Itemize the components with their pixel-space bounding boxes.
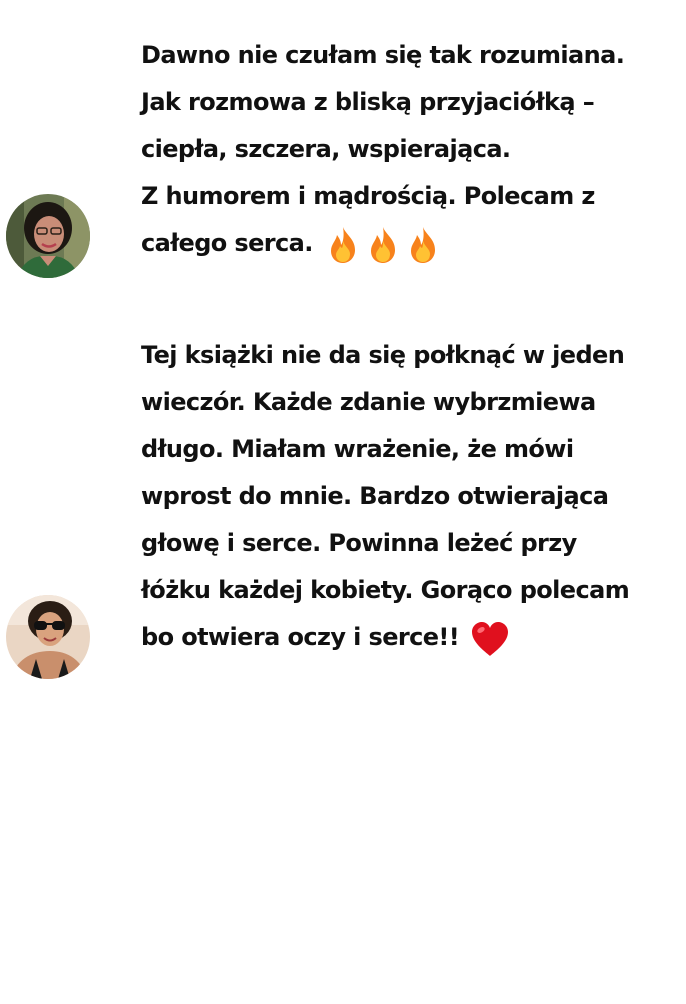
review-card-2: Tej książki nie da się połknąć w jeden w… — [0, 300, 686, 720]
review-1-line-4: Z humorem i mądrością. Polecam z — [141, 182, 595, 210]
fire-icon — [370, 226, 395, 263]
review-1-line-5-text: całego serca. — [141, 229, 313, 257]
review-1-line-5: całego serca. — [141, 220, 661, 268]
reviewer-avatar-2 — [6, 595, 90, 679]
reviewer-avatar-1 — [6, 194, 90, 278]
review-text-1: Dawno nie czułam się tak rozumiana. Jak … — [141, 32, 661, 268]
review-card-1: Dawno nie czułam się tak rozumiana. Jak … — [0, 0, 686, 300]
review-text-2: Tej książki nie da się połknąć w jeden w… — [141, 332, 661, 662]
review-1-line-2: Jak rozmowa z bliską przyjaciółką – — [141, 88, 595, 116]
heart-emoji-row — [469, 615, 511, 662]
fire-emoji-row — [323, 221, 443, 268]
review-2-line-6: łóżku każdej kobiety. Gorąco polecam — [141, 576, 630, 604]
avatar-photo-woman-glasses — [6, 194, 90, 278]
review-2-line-4: wprost do mnie. Bardzo otwierająca — [141, 482, 609, 510]
fire-icon — [330, 226, 355, 263]
avatar-photo-woman-sunglasses — [6, 595, 90, 679]
review-1-line-3: ciepła, szczera, wspierająca. — [141, 135, 511, 163]
review-2-line-3: długo. Miałam wrażenie, że mówi — [141, 435, 574, 463]
review-2-line-5: głowę i serce. Powinna leżeć przy — [141, 529, 577, 557]
review-1-line-1: Dawno nie czułam się tak rozumiana. — [141, 41, 625, 69]
review-2-line-7-text: bo otwiera oczy i serce!! — [141, 623, 460, 651]
review-2-line-7: bo otwiera oczy i serce!! — [141, 614, 661, 662]
review-2-line-1: Tej książki nie da się połknąć w jeden — [141, 341, 625, 369]
review-2-line-2: wieczór. Każde zdanie wybrzmiewa — [141, 388, 596, 416]
heart-icon — [472, 621, 509, 656]
fire-icon — [410, 226, 435, 263]
